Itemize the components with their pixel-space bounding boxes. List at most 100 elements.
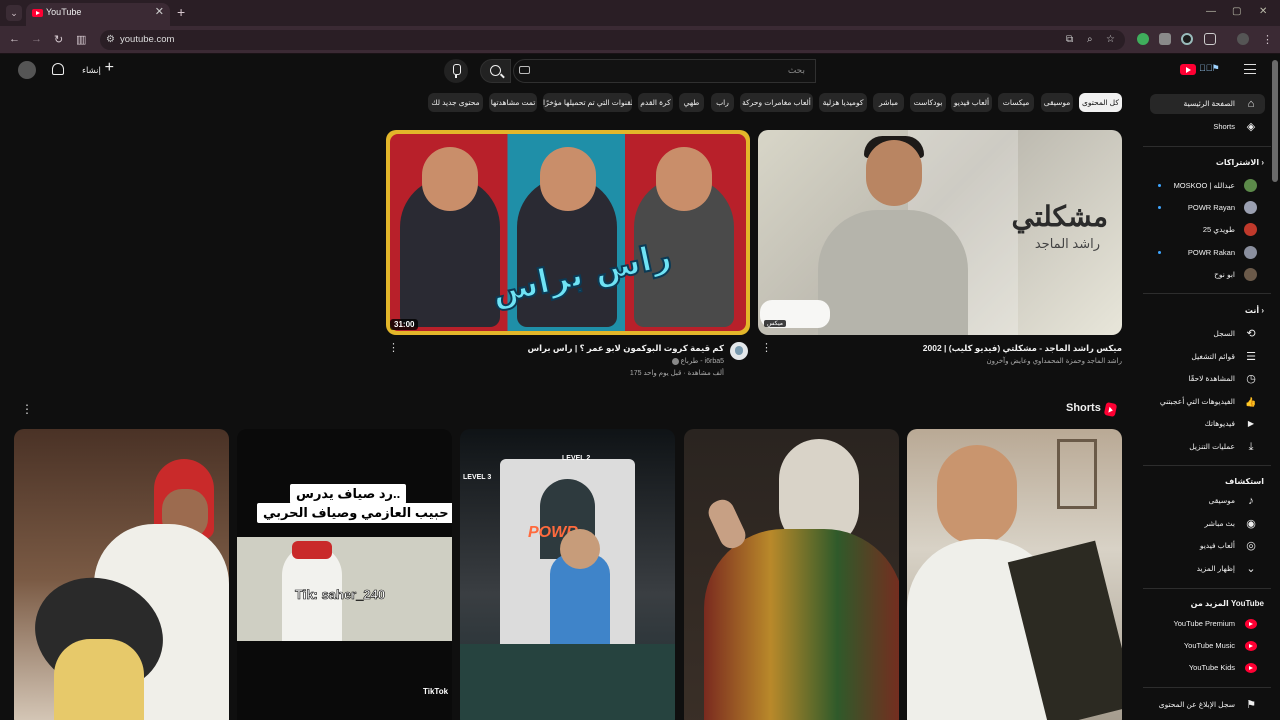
thumbnail-title-text: مشكلتي <box>1011 200 1109 233</box>
sidebar-item-label: MOSKOO | عبدالله <box>1173 181 1235 190</box>
chip-all[interactable]: كل المحتوى <box>1079 93 1122 112</box>
chip[interactable]: كرة القدم <box>638 93 673 112</box>
more-from-youtube-header: المزيد من YouTube <box>1190 599 1264 608</box>
sidebar-item-subscription[interactable]: طويدي 25 <box>1150 220 1265 240</box>
guide-menu-icon[interactable] <box>1244 64 1256 74</box>
sidebar-item-history[interactable]: السجل ⟲ <box>1150 324 1265 344</box>
sidebar-item-label: سجل الإبلاغ عن المحتوى <box>1158 700 1235 709</box>
video-meta: 175 ألف مشاهدة · قبل يوم واحد <box>629 370 724 377</box>
level-label: LEVEL 2 <box>562 455 591 462</box>
omnibox[interactable]: ⚙ youtube.com ⧉ ⌕ ☆ <box>100 30 1125 50</box>
video-title[interactable]: ميكس راشد الماجد - مشكلتي (فيديو كليب) |… <box>923 343 1122 354</box>
chip[interactable]: راب <box>711 93 734 112</box>
site-info-icon[interactable]: ⚙ <box>106 34 115 45</box>
bookmark-star-icon[interactable]: ☆ <box>1106 34 1115 45</box>
new-content-dot <box>1158 184 1161 187</box>
short-thumbnail[interactable] <box>684 429 899 720</box>
profile-avatar-icon[interactable] <box>1237 33 1249 45</box>
sidebar-item-gaming[interactable]: ألعاب فيديو ◎ <box>1150 536 1265 556</box>
sidebar-item-youtube-kids[interactable]: YouTube Kids <box>1150 658 1265 678</box>
chip[interactable]: ميكسات <box>998 93 1034 112</box>
sidebar-item-your-videos[interactable]: فيديوهاتك ▶ <box>1150 414 1265 434</box>
keyboard-icon[interactable] <box>519 66 530 74</box>
search-input[interactable]: بحث <box>513 59 816 83</box>
sidebar-item-shorts[interactable]: Shorts ◈ <box>1150 117 1265 137</box>
sidebar-item-report-history[interactable]: سجل الإبلاغ عن المحتوى ⚑ <box>1150 695 1265 715</box>
chip[interactable]: مباشر <box>873 93 904 112</box>
youtube-doodle-logo[interactable]: 🏳‍⚐⚑ <box>1199 63 1220 74</box>
video-title[interactable]: كم قيمة كروت البوكمون لابو عمر ؟ | راس ب… <box>527 343 724 354</box>
create-button[interactable]: إنشاء + <box>78 59 116 80</box>
youtube-logo-icon[interactable] <box>1180 64 1196 75</box>
sidebar-item-live[interactable]: بث مباشر ◉ <box>1150 514 1265 534</box>
you-header[interactable]: أنت › <box>1245 306 1264 315</box>
zoom-icon[interactable]: ⌕ <box>1087 34 1093 45</box>
shorts-section-title: Shorts <box>1066 402 1101 414</box>
chip[interactable]: تمت مشاهدتها <box>489 93 537 112</box>
chip[interactable]: القنوات التي تم تحميلها مؤخرًا <box>543 93 632 112</box>
sidebar-item-subscription[interactable]: ابو نوح <box>1150 265 1265 285</box>
install-app-icon[interactable]: ⧉ <box>1066 34 1073 45</box>
chip[interactable]: كوميديا هزلية <box>819 93 867 112</box>
extension-icon[interactable] <box>1181 33 1193 45</box>
short-thumbnail[interactable] <box>907 429 1122 720</box>
channel-name[interactable]: طرباع - i6rba5 <box>671 357 724 365</box>
sidebar-item-subscription[interactable]: POWR Rakan <box>1150 243 1265 263</box>
search-icon[interactable] <box>480 59 511 83</box>
sidebar-item-watch-later[interactable]: المشاهدة لاحقًا ◷ <box>1150 369 1265 389</box>
short-thumbnail[interactable]: رد صياف يدرس.. حبيب العازمي وصياف الحربي… <box>237 429 452 720</box>
more-actions-icon[interactable]: ⋮ <box>761 343 772 354</box>
tab-close-icon[interactable]: ✕ <box>155 5 164 18</box>
microphone-icon[interactable] <box>444 59 468 83</box>
sidebar-item-downloads[interactable]: عمليات التنزيل ⤓ <box>1150 437 1265 457</box>
url-text[interactable]: youtube.com <box>120 34 174 45</box>
side-panel-icon[interactable]: ▥ <box>76 33 86 46</box>
sidebar-item-playlists[interactable]: قوائم التشغيل ☰ <box>1150 347 1265 367</box>
chip[interactable]: موسيقى <box>1041 93 1073 112</box>
flag-icon: ⚑ <box>1246 699 1256 711</box>
short-thumbnail[interactable] <box>14 429 229 720</box>
more-actions-icon[interactable]: ⋮ <box>388 343 399 354</box>
sidebar-item-show-more[interactable]: إظهار المزيد ⌄ <box>1150 559 1265 579</box>
sidebar-item-liked[interactable]: الفيديوهات التي أعجبتني 👍 <box>1150 392 1265 412</box>
mix-badge: ميكس <box>764 320 786 327</box>
chip[interactable]: محتوى جديد لك <box>428 93 483 112</box>
close-window-button[interactable]: ✕ <box>1259 6 1267 17</box>
browser-menu-icon[interactable]: ⋮ <box>1262 33 1273 46</box>
sidebar-item-youtube-premium[interactable]: YouTube Premium <box>1150 614 1265 634</box>
video-thumbnail[interactable]: راس براس <box>386 130 750 335</box>
subscriptions-header[interactable]: الاشتراكات › <box>1216 158 1264 167</box>
chip[interactable]: ألعاب فيديو <box>951 93 992 112</box>
new-tab-button[interactable]: + <box>177 4 185 20</box>
minimize-button[interactable]: — <box>1206 6 1216 17</box>
chip[interactable]: ألعاب مغامرات وحركة <box>740 93 813 112</box>
sidebar-item-home[interactable]: الصفحة الرئيسية ⌂ <box>1150 94 1265 114</box>
extension-icon[interactable] <box>1159 33 1171 45</box>
account-avatar[interactable] <box>18 61 36 79</box>
sidebar-item-label: POWR Rayan <box>1187 203 1235 212</box>
sidebar-item-youtube-music[interactable]: YouTube Music <box>1150 636 1265 656</box>
tab-youtube[interactable]: YouTube ✕ <box>26 3 170 26</box>
tab-list-button[interactable]: ⌄ <box>6 5 22 21</box>
extensions-puzzle-icon[interactable] <box>1204 33 1216 45</box>
short-thumbnail[interactable]: POWR LEVEL 3 LEVEL 2 <box>460 429 675 720</box>
video-meta[interactable]: راشد الماجد وحمزة المحمداوي وعايض وآخرون <box>986 357 1122 365</box>
forward-icon[interactable]: → <box>31 33 42 45</box>
sidebar-item-subscription[interactable]: POWR Rayan <box>1150 198 1265 218</box>
tiktok-watermark: Tik: saher_240 <box>295 587 386 603</box>
reload-icon[interactable]: ↻ <box>54 33 63 46</box>
chip[interactable]: بودكاست <box>910 93 946 112</box>
video-thumbnail[interactable]: مشكلتي راشد الماجد ميكس <box>758 130 1122 335</box>
back-icon[interactable]: ← <box>9 33 20 45</box>
page-scrollbar[interactable] <box>1272 60 1278 182</box>
live-icon: ◉ <box>1246 518 1256 530</box>
sidebar-item-music[interactable]: موسيقى ♪ <box>1150 491 1265 511</box>
maximize-button[interactable]: ▢ <box>1232 6 1241 17</box>
shorts-more-icon[interactable]: ⋮ <box>21 402 33 416</box>
chip[interactable]: طهي <box>679 93 704 112</box>
tab-title: YouTube <box>46 7 82 17</box>
sidebar-item-subscription[interactable]: MOSKOO | عبدالله <box>1150 176 1265 196</box>
extension-icon[interactable] <box>1137 33 1149 45</box>
channel-avatar[interactable] <box>730 342 748 360</box>
notifications-bell-icon[interactable] <box>52 63 64 75</box>
